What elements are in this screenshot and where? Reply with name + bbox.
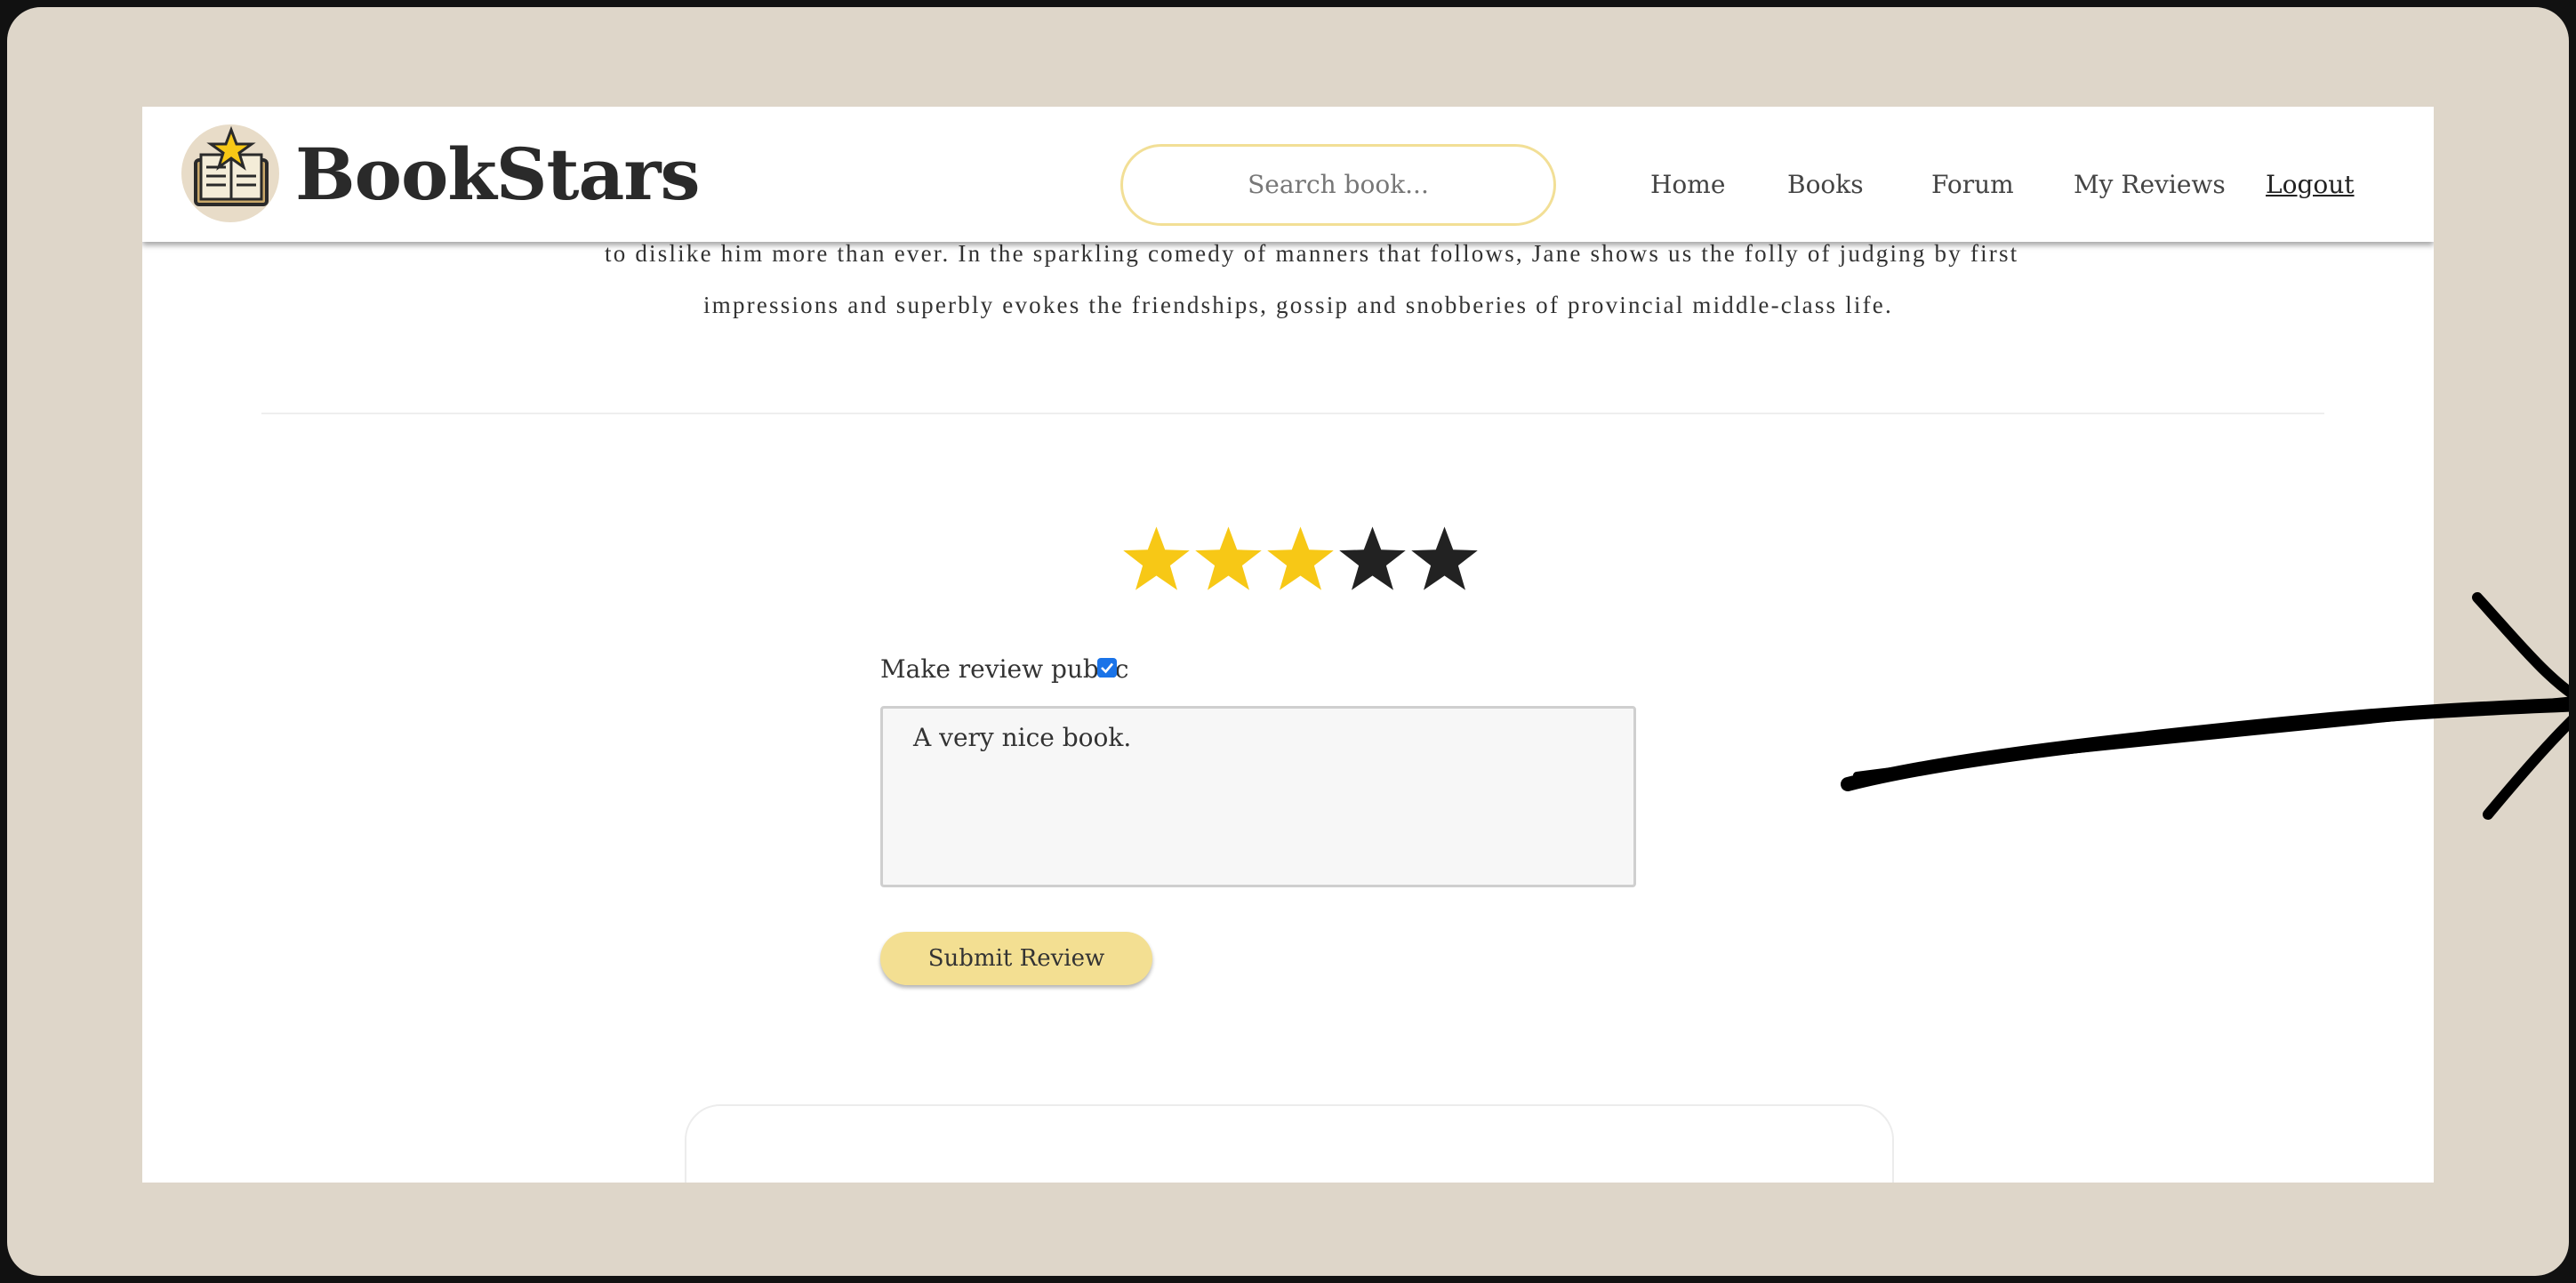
checkmark-icon [1101,662,1113,674]
screenshot-frame: BookStars Search book... Home Books Foru… [7,7,2569,1276]
make-public-label: Make review public [880,654,1129,684]
search-input[interactable]: Search book... [1120,144,1556,226]
submit-review-button[interactable]: Submit Review [880,932,1152,985]
star-filled-icon[interactable] [1192,523,1264,594]
star-filled-icon[interactable] [1264,523,1336,594]
book-description-line: impressions and superbly evokes the frie… [703,292,1893,318]
nav-home[interactable]: Home [1650,169,1725,201]
book-description-line: to dislike him more than ever. In the sp… [605,240,2019,267]
nav-books[interactable]: Books [1787,169,1864,201]
hand-drawn-arrow-icon [1841,592,2569,820]
star-empty-icon[interactable] [1408,523,1481,594]
star-filled-icon[interactable] [1120,523,1192,594]
brand-name[interactable]: BookStars [295,130,701,219]
make-public-checkbox[interactable] [1097,658,1117,678]
nav-my-reviews[interactable]: My Reviews [2074,169,2226,201]
site-header: BookStars Search book... Home Books Foru… [142,107,2434,242]
nav-logout[interactable]: Logout [2266,169,2355,201]
star-empty-icon[interactable] [1336,523,1408,594]
star-rating [1120,523,1481,603]
nav-forum[interactable]: Forum [1931,169,2014,201]
section-divider [261,413,2324,414]
review-textarea[interactable]: A very nice book. [880,706,1636,887]
book-star-logo-icon[interactable] [181,124,279,222]
review-card [685,1104,1894,1183]
